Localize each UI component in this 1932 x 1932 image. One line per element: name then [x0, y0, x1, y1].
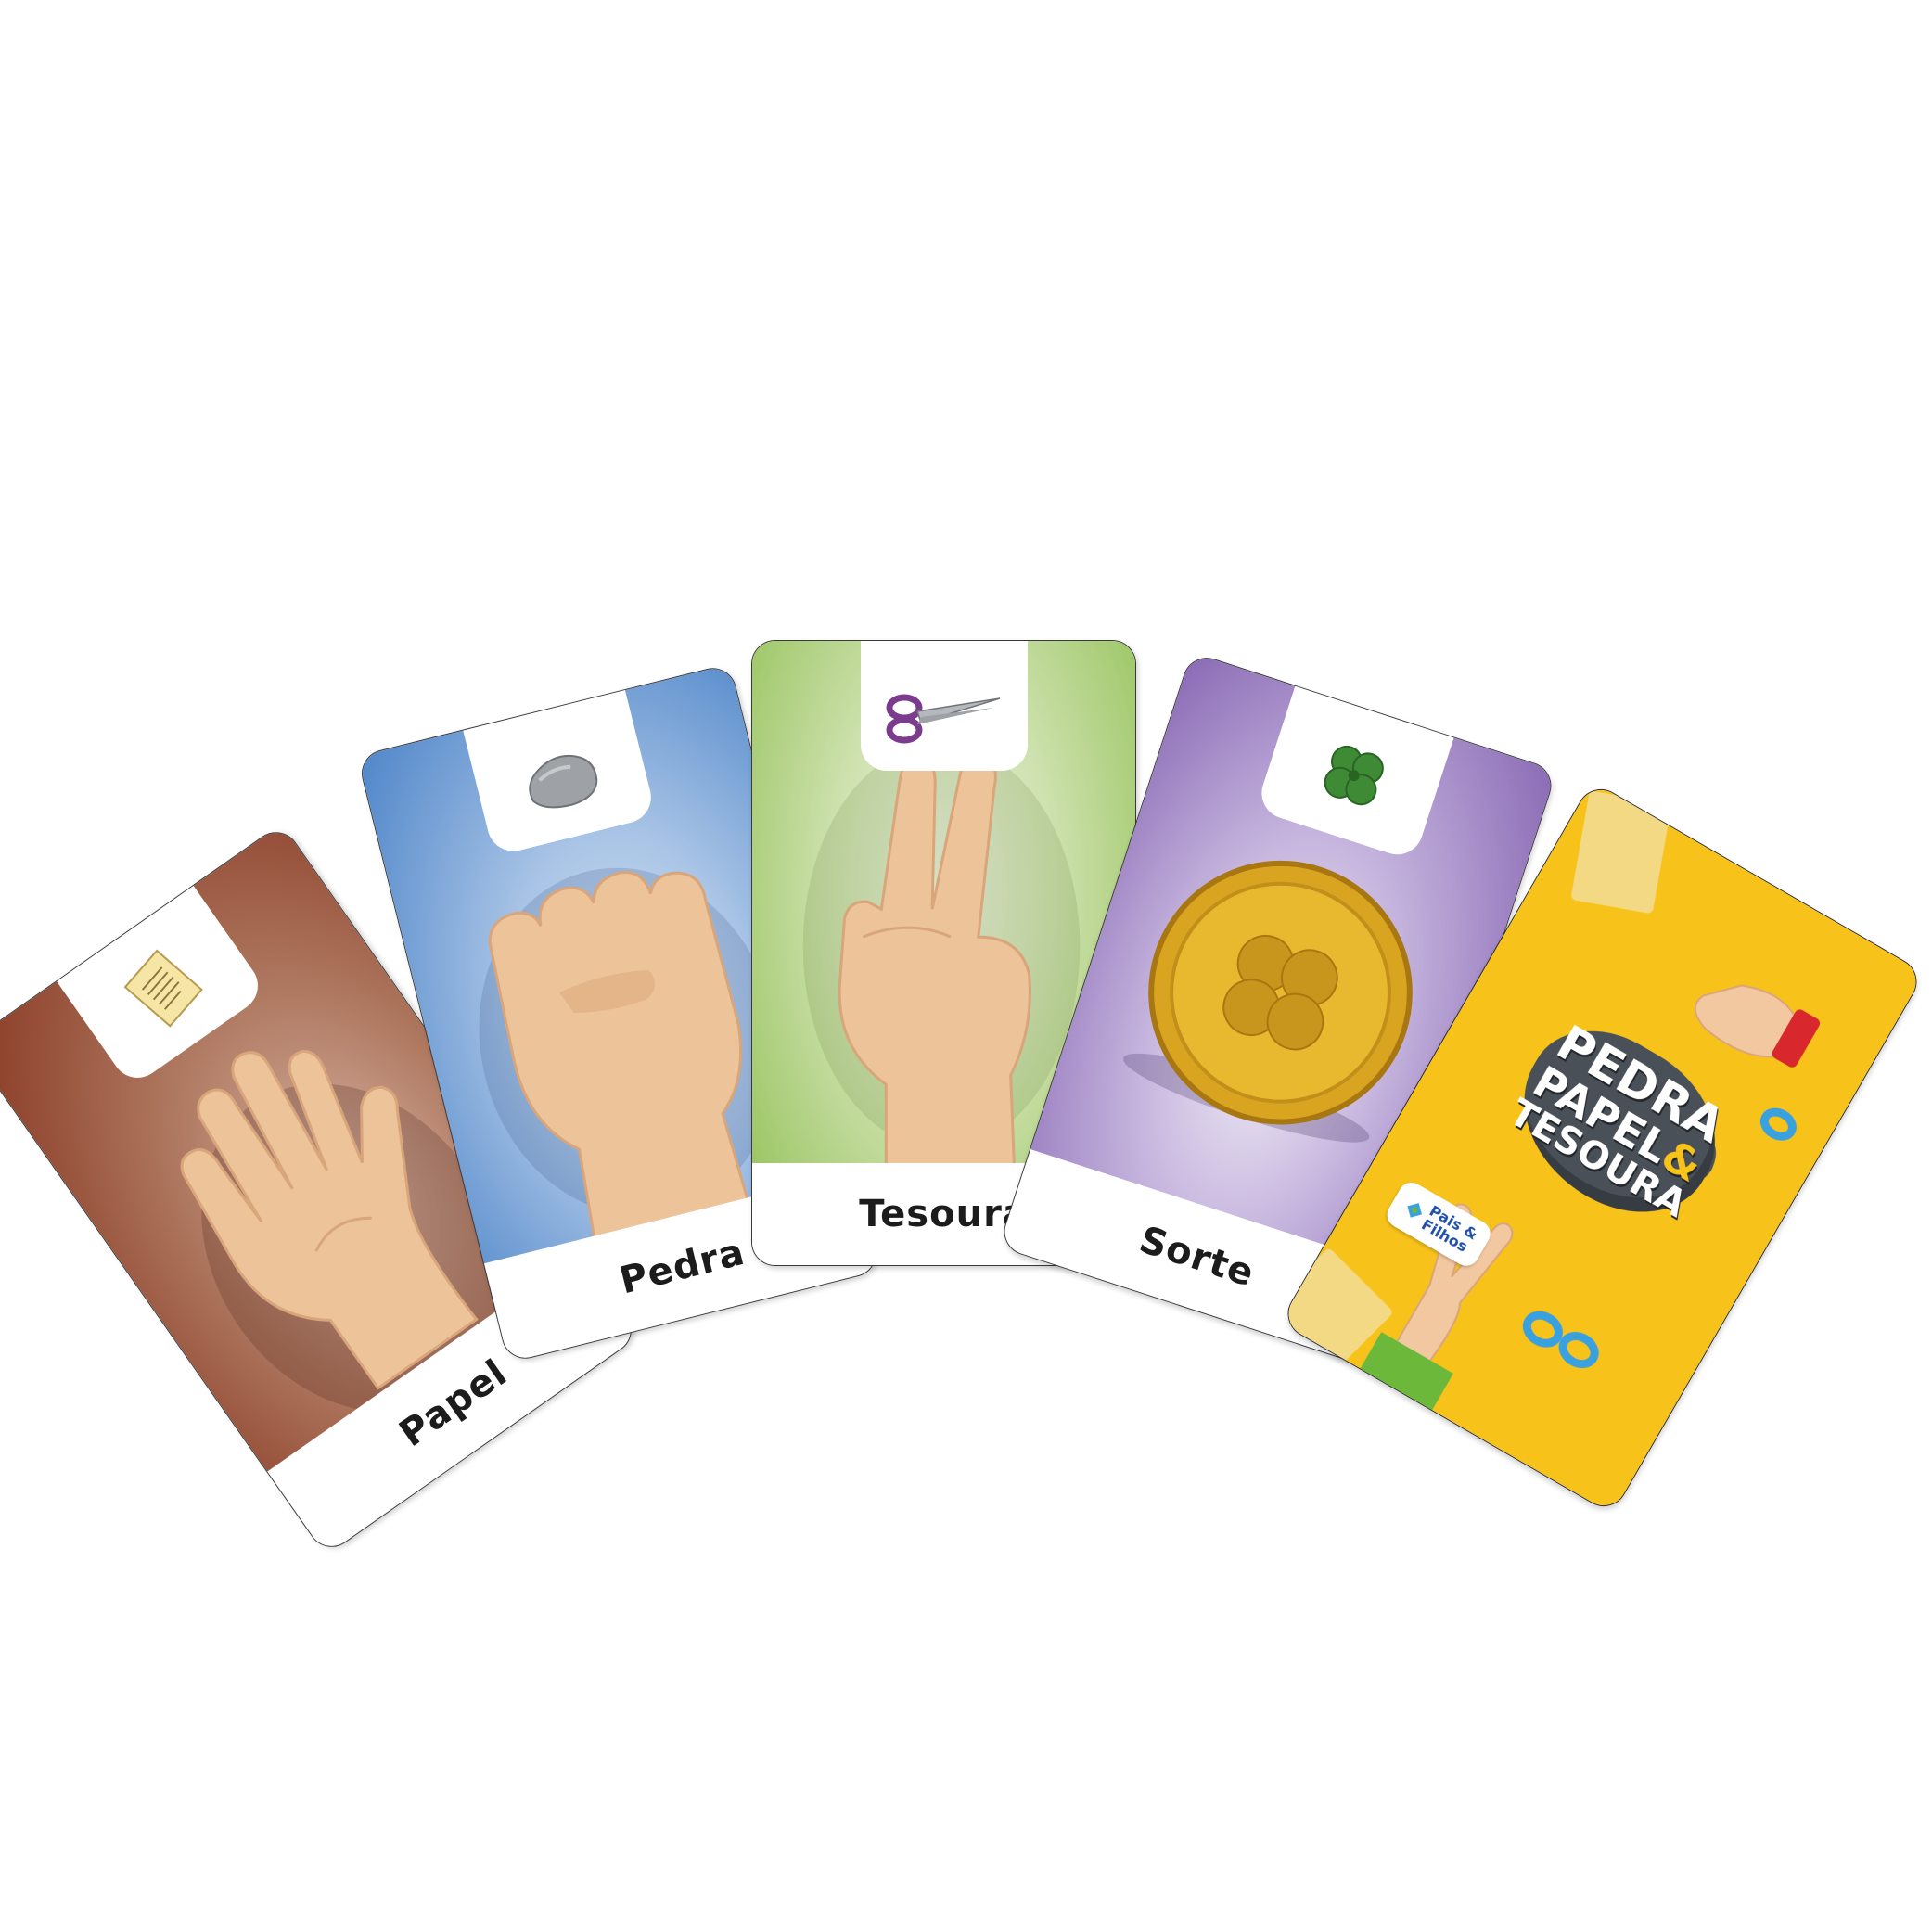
scissors-icon: [886, 694, 1000, 744]
card-label: Pedra: [615, 1230, 749, 1303]
rock-icon: [528, 755, 597, 809]
clover-icon: [1324, 745, 1384, 806]
card-label: Tesoura: [859, 1193, 1029, 1235]
card-label: Sorte: [1133, 1218, 1260, 1296]
card-icon-tab: [860, 641, 1028, 771]
paper-icon: [123, 949, 203, 1028]
